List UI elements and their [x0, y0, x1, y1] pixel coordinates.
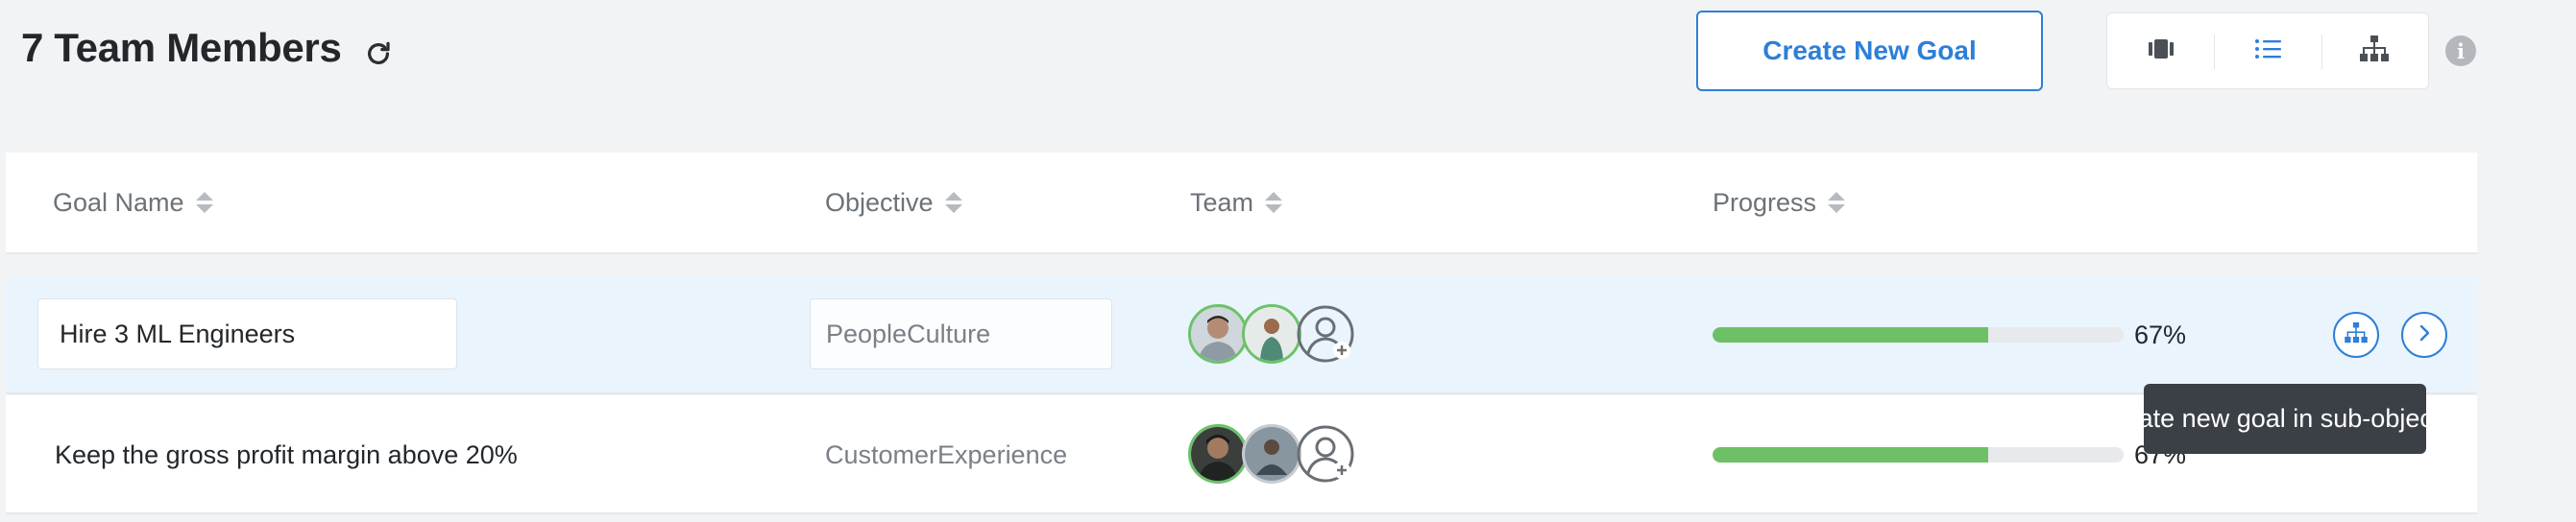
create-sub-goal-button[interactable]	[2333, 312, 2379, 358]
progress-fill	[1713, 447, 1988, 463]
view-switcher	[2106, 12, 2429, 89]
info-icon[interactable]: i	[2445, 36, 2476, 66]
goal-name-field[interactable]: Hire 3 ML Engineers	[37, 298, 457, 369]
goals-table-header: Goal Name Objective Team Progress	[6, 153, 2477, 254]
table-row[interactable]: Hire 3 ML Engineers PeopleCulture 67%	[6, 275, 2477, 394]
org-chart-icon	[2345, 321, 2368, 348]
goal-name: Keep the gross profit margin above 20%	[55, 439, 518, 469]
team-avatars	[1188, 424, 1371, 486]
avatar[interactable]	[1188, 424, 1248, 484]
objective-name: CustomerExperience	[825, 439, 1068, 469]
column-progress[interactable]: Progress	[1713, 153, 1846, 252]
sort-icon	[1265, 192, 1283, 213]
team-avatars	[1188, 304, 1371, 366]
progress-bar	[1713, 447, 2124, 463]
create-new-goal-button[interactable]: Create New Goal	[1696, 11, 2043, 91]
goals-page: 7 Team Members Create New Goal i Goal Na…	[0, 0, 2576, 522]
progress-fill	[1713, 327, 1988, 343]
org-chart-icon	[2360, 35, 2390, 67]
sort-icon	[1828, 192, 1846, 213]
list-view-button[interactable]	[2214, 13, 2321, 88]
sort-icon	[944, 192, 962, 213]
avatar[interactable]	[1242, 424, 1301, 484]
kanban-icon	[2148, 38, 2174, 64]
objective-field[interactable]: PeopleCulture	[810, 298, 1112, 369]
avatar[interactable]	[1188, 304, 1248, 364]
tree-view-button[interactable]	[2321, 13, 2428, 88]
refresh-icon[interactable]	[359, 35, 398, 73]
avatar[interactable]	[1242, 304, 1301, 364]
add-member-icon[interactable]	[1296, 304, 1355, 364]
tooltip-text: Create new goal in sub-objective	[2097, 404, 2473, 433]
page-title: 7 Team Members	[21, 25, 342, 70]
progress-bar	[1713, 327, 2124, 343]
progress-percent: 67%	[2134, 320, 2187, 349]
sort-icon	[195, 192, 213, 213]
column-goal-name[interactable]: Goal Name	[53, 153, 213, 252]
column-objective[interactable]: Objective	[825, 153, 962, 252]
tooltip: Create new goal in sub-objective	[2097, 384, 2473, 454]
open-goal-button[interactable]	[2401, 312, 2447, 358]
kanban-view-button[interactable]	[2107, 13, 2214, 88]
column-team[interactable]: Team	[1190, 153, 1283, 252]
add-member-icon[interactable]	[1296, 424, 1355, 484]
list-icon	[2254, 37, 2281, 65]
chevron-right-icon	[2415, 323, 2434, 347]
